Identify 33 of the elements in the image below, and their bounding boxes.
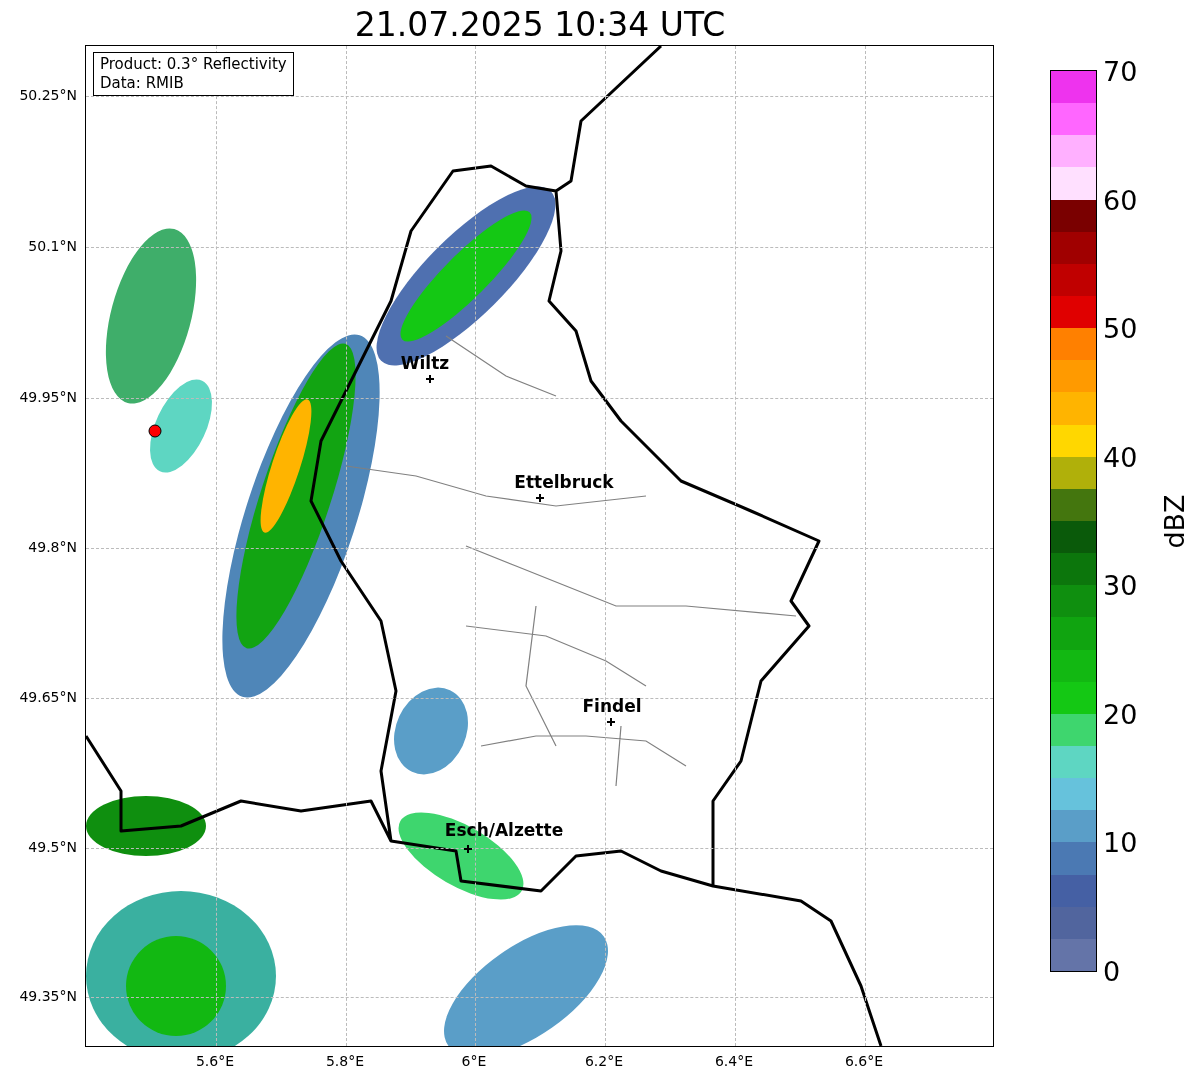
- axis-tick-label: 50.25°N: [19, 87, 77, 103]
- colorbar-tick-label: 0: [1103, 955, 1121, 987]
- radar-site-icon: [148, 424, 162, 438]
- city-label: Ettelbruck: [514, 472, 614, 492]
- colorbar-tick-label: 30: [1103, 569, 1138, 601]
- city-label: Findel: [582, 696, 642, 716]
- city-label: Wiltz: [400, 353, 450, 373]
- city-marker-icon: [463, 844, 473, 854]
- colorbar-tick-label: 50: [1103, 312, 1138, 344]
- axis-tick-label: 49.8°N: [28, 539, 77, 555]
- axis-tick-label: 5.8°E: [325, 1053, 365, 1069]
- axis-tick-label: 5.6°E: [195, 1053, 235, 1069]
- axis-tick-label: 49.65°N: [19, 689, 77, 705]
- info-text: Product: 0.3° Reflectivity: [100, 55, 287, 74]
- axis-tick-label: 6.6°E: [844, 1053, 884, 1069]
- axis-tick-label: 6.4°E: [714, 1053, 754, 1069]
- axis-tick-label: 6.2°E: [584, 1053, 624, 1069]
- axis-tick-label: 6°E: [461, 1053, 487, 1069]
- axis-tick-label: 49.5°N: [28, 839, 77, 855]
- city-marker-icon: [606, 717, 616, 727]
- colorbar-tick-label: 20: [1103, 698, 1138, 730]
- axis-tick-label: 49.35°N: [19, 988, 77, 1004]
- axis-tick-label: 49.95°N: [19, 389, 77, 405]
- chart-title: 21.07.2025 10:34 UTC: [353, 4, 727, 45]
- city-marker-icon: [535, 493, 545, 503]
- colorbar-tick-label: 70: [1103, 55, 1138, 87]
- colorbar-tick-label: 40: [1103, 441, 1138, 473]
- colorbar-tick-label: 60: [1103, 184, 1138, 216]
- info-text: Data: RMIB: [100, 74, 185, 93]
- axis-tick-label: 50.1°N: [28, 238, 77, 254]
- city-marker-icon: [425, 374, 435, 384]
- colorbar-tick-label: 10: [1103, 826, 1138, 858]
- colorbar-label: dBZ: [1158, 493, 1184, 549]
